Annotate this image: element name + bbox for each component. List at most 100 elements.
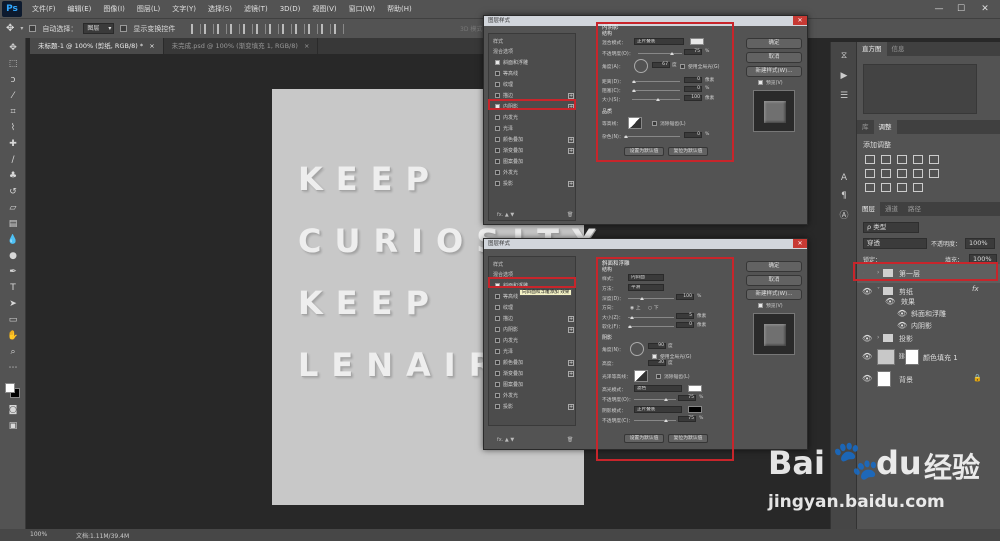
photo-filter-icon[interactable]: [913, 169, 923, 178]
add-effect-instance-icon[interactable]: +: [568, 360, 574, 366]
antialias-checkbox[interactable]: [652, 121, 657, 126]
bevel-style-select[interactable]: 内斜面: [628, 274, 664, 281]
zoom-level[interactable]: 100%: [30, 531, 47, 538]
menu-filter[interactable]: 滤镜(T): [238, 4, 274, 14]
gradient-icon[interactable]: ▤: [5, 218, 21, 231]
opacity-slider[interactable]: [638, 53, 682, 54]
layer-kind-filter[interactable]: ρ 类型: [863, 222, 919, 233]
close-tab-icon[interactable]: ×: [149, 42, 154, 50]
soften-slider-knob[interactable]: [628, 325, 632, 328]
menu-3d[interactable]: 3D(D): [274, 5, 307, 13]
eyedropper-icon[interactable]: ⌇: [5, 122, 21, 135]
shadow-opacity-input[interactable]: 75: [678, 416, 696, 422]
menu-window[interactable]: 窗口(W): [343, 4, 381, 14]
add-effect-instance-icon[interactable]: +: [568, 316, 574, 322]
align-middle-icon[interactable]: [204, 23, 215, 34]
tab-adjustments[interactable]: 调整: [873, 120, 897, 134]
visibility-eye-icon[interactable]: 👁: [862, 374, 872, 383]
menu-file[interactable]: 文件(F): [26, 4, 62, 14]
new-style-button[interactable]: 新建样式(W)...: [746, 289, 802, 300]
distribute-left-icon[interactable]: [308, 23, 319, 34]
menu-type[interactable]: 文字(Y): [166, 4, 202, 14]
distance-slider[interactable]: [632, 81, 680, 82]
gradient-map-icon[interactable]: [913, 183, 923, 192]
noise-slider[interactable]: [624, 136, 680, 137]
style-item[interactable]: 内发光: [495, 114, 518, 121]
noise-slider-knob[interactable]: [624, 135, 628, 138]
align-bottom-icon[interactable]: [217, 23, 228, 34]
shadow-opacity-knob[interactable]: [664, 419, 668, 422]
style-item-checkbox[interactable]: [495, 305, 500, 310]
channel-mixer-icon[interactable]: [929, 169, 939, 178]
blend-mode-select[interactable]: 正片叠底: [634, 38, 684, 45]
style-item[interactable]: 外发光: [495, 169, 518, 176]
size-input[interactable]: 5: [676, 313, 694, 319]
align-top-icon[interactable]: [191, 23, 202, 34]
style-item-checkbox[interactable]: [495, 82, 500, 87]
quick-mask-icon[interactable]: ◙: [5, 404, 21, 417]
style-item-checkbox[interactable]: [495, 294, 500, 299]
brush-icon[interactable]: ∕: [5, 154, 21, 167]
style-item-checkbox[interactable]: [495, 327, 500, 332]
opacity-input[interactable]: 75: [684, 49, 702, 55]
style-item[interactable]: 渐变叠加: [495, 370, 523, 377]
lasso-icon[interactable]: ↄ: [5, 74, 21, 87]
move-icon[interactable]: ✥: [5, 42, 21, 55]
depth-slider-knob[interactable]: [640, 297, 644, 300]
choke-slider-knob[interactable]: [632, 89, 636, 92]
layer-row-fill[interactable]: 👁 ⛓ 颜色填充 1: [857, 346, 1000, 368]
properties-icon[interactable]: ☰: [838, 90, 850, 102]
ok-button[interactable]: 确定: [746, 38, 802, 49]
maximize-icon[interactable]: ☐: [952, 2, 970, 16]
dodge-icon[interactable]: ●: [5, 250, 21, 263]
hand-icon[interactable]: ✋: [5, 330, 21, 343]
align-right-icon[interactable]: [256, 23, 267, 34]
color-balance-icon[interactable]: [881, 169, 891, 178]
glyphs-icon[interactable]: Ⓐ: [838, 210, 850, 222]
delete-effect-icon[interactable]: 🗑: [567, 437, 573, 443]
shadow-opacity-slider[interactable]: [634, 420, 676, 421]
style-item[interactable]: 描边: [495, 92, 513, 99]
visibility-eye-icon[interactable]: 👁: [897, 309, 907, 318]
highlight-opacity-slider[interactable]: [634, 399, 676, 400]
distribute-top-icon[interactable]: [269, 23, 280, 34]
style-item-checkbox[interactable]: [495, 170, 500, 175]
depth-input[interactable]: 100: [676, 294, 694, 300]
healing-brush-icon[interactable]: ✚: [5, 138, 21, 151]
menu-layer[interactable]: 图层(L): [131, 4, 166, 14]
layer-effects-row[interactable]: 👁 效果: [857, 295, 1000, 307]
highlight-opacity-input[interactable]: 75: [678, 395, 696, 401]
zoom-icon[interactable]: ⌕: [5, 346, 21, 359]
angle-input[interactable]: 90: [648, 343, 666, 349]
direction-up-radio[interactable]: ◉ 上: [630, 304, 641, 311]
more-tools-icon[interactable]: ⋯: [5, 362, 21, 375]
reset-default-button[interactable]: 复位为默认值: [668, 434, 708, 443]
distance-input[interactable]: 0: [684, 77, 702, 83]
choke-input[interactable]: 0: [684, 86, 702, 92]
antialias-option[interactable]: 消除锯齿(L): [656, 373, 690, 380]
new-style-button[interactable]: 新建样式(W)...: [746, 66, 802, 77]
style-item-checkbox[interactable]: [495, 360, 500, 365]
screen-mode-icon[interactable]: ▣: [5, 420, 21, 433]
layer-row-background[interactable]: 👁 背景 🔒: [857, 368, 1000, 390]
tool-preset-dropdown-icon[interactable]: ▾: [20, 25, 23, 32]
threshold-icon[interactable]: [897, 183, 907, 192]
style-item[interactable]: 颜色叠加: [495, 136, 523, 143]
visibility-eye-icon[interactable]: 👁: [885, 297, 895, 306]
style-item-checkbox[interactable]: [495, 148, 500, 153]
fx-menu-icon[interactable]: fx. ▲ ▼: [497, 212, 514, 218]
marquee-icon[interactable]: ⬚: [5, 58, 21, 71]
delete-effect-icon[interactable]: 🗑: [567, 212, 573, 218]
style-item-checkbox[interactable]: [495, 115, 500, 120]
style-item[interactable]: 等高线: [495, 293, 518, 300]
antialias-checkbox[interactable]: [656, 374, 661, 379]
visibility-eye-icon[interactable]: 👁: [862, 352, 872, 361]
close-window-icon[interactable]: ✕: [976, 2, 994, 16]
tab-histogram[interactable]: 直方图: [857, 42, 887, 56]
style-item[interactable]: 光泽: [495, 348, 513, 355]
direction-down-radio[interactable]: ○ 下: [648, 304, 659, 311]
tab-paths[interactable]: 路径: [903, 202, 926, 216]
tab-layers[interactable]: 图层: [857, 202, 880, 216]
fx-menu-icon[interactable]: fx. ▲ ▼: [497, 437, 514, 443]
highlight-opacity-knob[interactable]: [664, 398, 668, 401]
